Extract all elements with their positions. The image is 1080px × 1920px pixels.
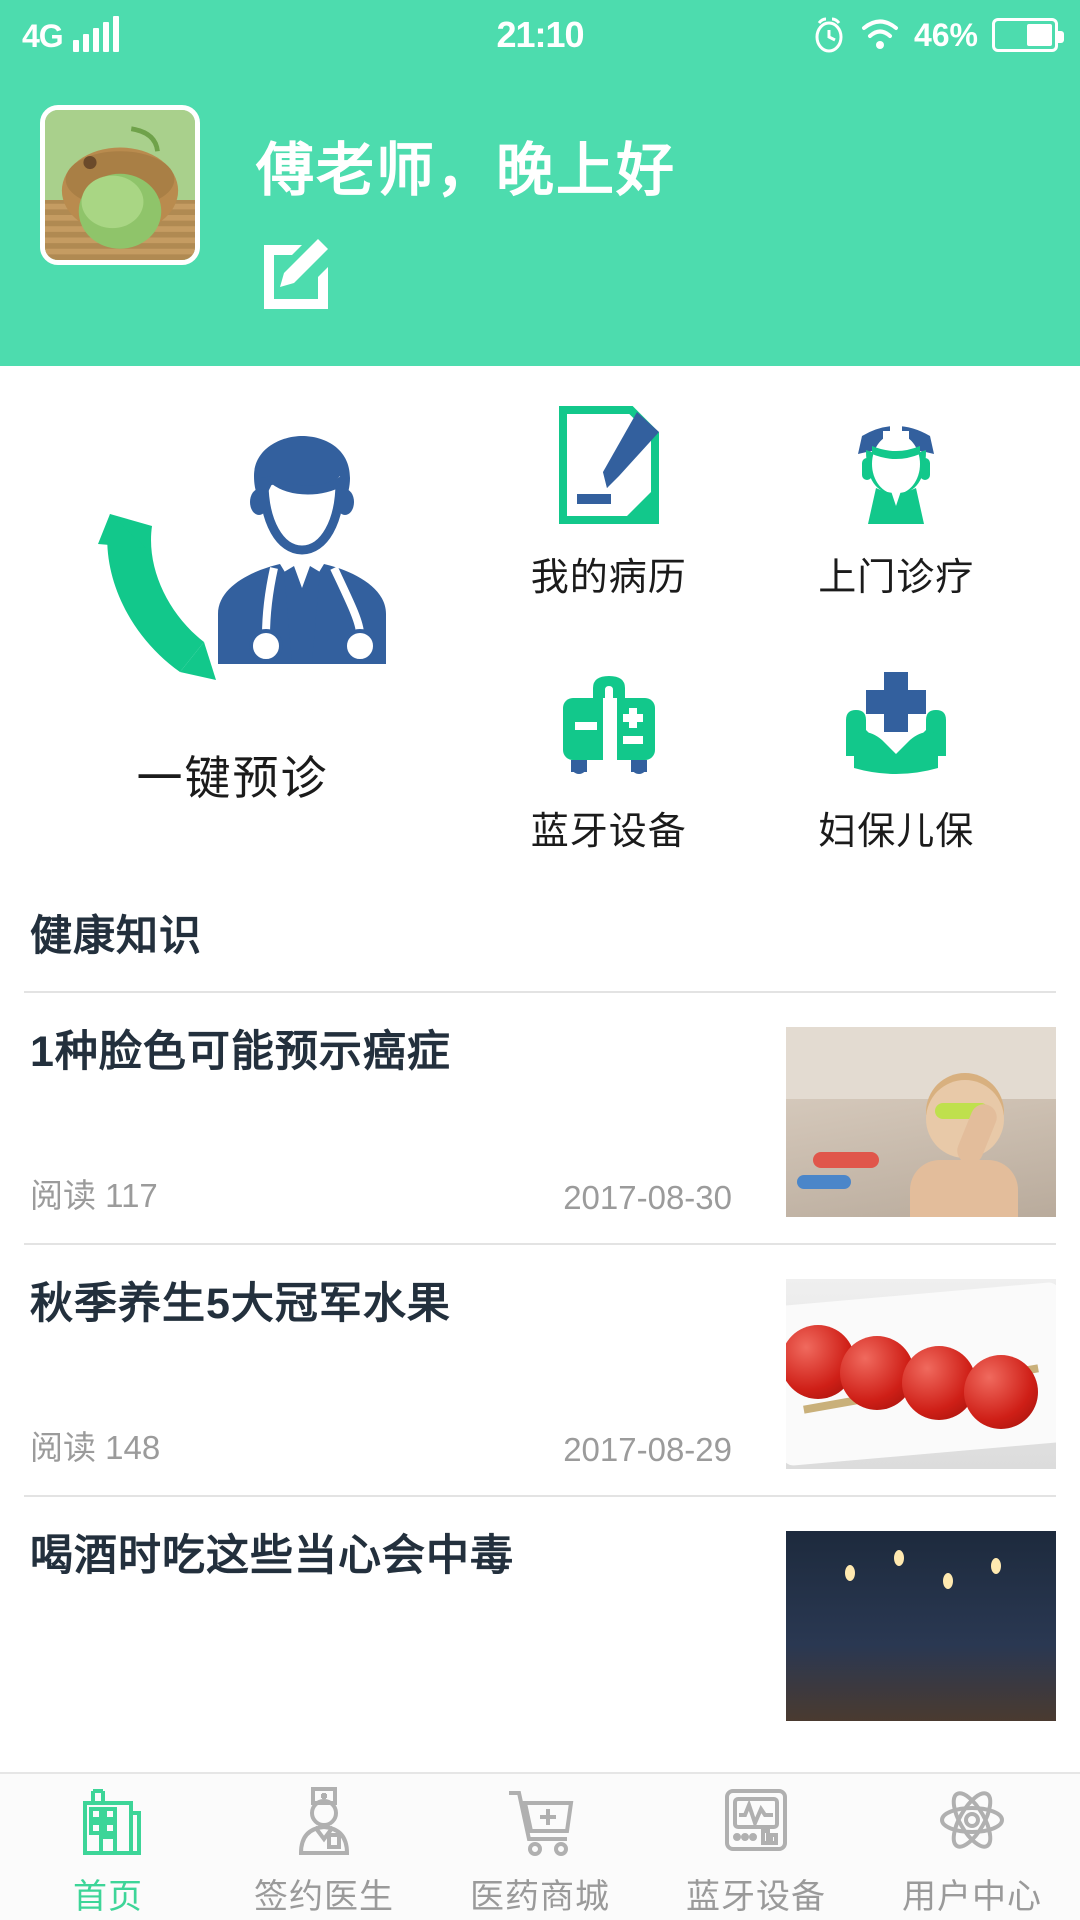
phone-doctor-icon [97,436,386,680]
quick-action-medical-record[interactable]: 我的病历 [465,388,753,642]
quick-actions: 一键预诊 我的病历 上门诊疗 蓝牙设备 妇保儿保 [0,366,1080,896]
article-content: 喝酒时吃这些当心会中毒 [30,1531,766,1721]
quick-action-maternal-child-care[interactable]: 妇保儿保 [753,642,1041,896]
article-title: 秋季养生5大冠军水果 [30,1280,451,1328]
quick-action-primary-label: 一键预诊 [136,752,329,804]
doctor-icon [298,1786,350,1855]
article-title: 1种脸色可能预示癌症 [30,1028,451,1076]
article-read-count: 阅读 117 [30,1177,158,1214]
avatar-image [45,110,195,260]
quick-action-primary[interactable]: 一键预诊 [0,388,465,896]
battery-icon [992,18,1064,52]
edit-pencil-icon[interactable] [256,237,330,311]
atom-icon [940,1790,1004,1849]
article-date: 2017-08-29 [563,1431,732,1468]
article-title: 喝酒时吃这些当心会中毒 [30,1532,514,1580]
avatar[interactable] [40,105,200,265]
nav-item-pharmacy-mall[interactable]: 医药商城 [432,1777,648,1918]
article-content: 1种脸色可能预示癌症 阅读 117 2017-08-30 [30,1027,766,1217]
quick-action-bluetooth-device[interactable]: 蓝牙设备 [465,642,753,896]
nav-item-bluetooth-device[interactable]: 蓝牙设备 [648,1777,864,1918]
article-list-item[interactable]: 秋季养生5大冠军水果 阅读 148 2017-08-29 [0,1245,1080,1495]
article-thumbnail [786,1027,1056,1217]
article-thumbnail [786,1279,1056,1469]
bottom-navigation: 首页 签约医生 医药商城 蓝牙设备 用户中心 [0,1772,1080,1920]
shopping-cart-icon [509,1790,574,1856]
wifi-icon [861,19,898,49]
article-list-item[interactable]: 喝酒时吃这些当心会中毒 [0,1497,1080,1747]
article-meta: 阅读 117 2017-08-30 [30,1109,766,1217]
article-content: 秋季养生5大冠军水果 阅读 148 2017-08-29 [30,1279,766,1469]
article-thumbnail [786,1531,1056,1721]
article-meta: 阅读 148 2017-08-29 [30,1361,766,1469]
nav-label: 蓝牙设备 [686,1877,826,1916]
quick-action-grid: 我的病历 上门诊疗 蓝牙设备 妇保儿保 [465,388,1080,896]
article-list-item[interactable]: 1种脸色可能预示癌症 阅读 117 2017-08-30 [0,993,1080,1243]
nurse-icon [858,424,935,524]
status-right: 46% [812,16,1064,54]
nav-label: 首页 [73,1877,143,1916]
nav-label: 医药商城 [470,1877,610,1916]
nav-label: 签约医生 [254,1877,394,1916]
status-bar: 4G 21:10 46% [0,0,1080,70]
quick-action-label: 蓝牙设备 [530,811,687,853]
alarm-clock-icon [815,17,843,53]
monitor-icon [725,1788,787,1851]
greeting-block: 傅老师，晚上好 [256,105,676,316]
quick-action-label: 上门诊疗 [818,557,975,599]
nav-item-home[interactable]: 首页 [0,1777,216,1918]
hospital-icon [83,1788,141,1855]
profile-header: 傅老师，晚上好 [0,70,1080,366]
battery-percent-label: 46% [913,16,978,53]
quick-action-label: 我的病历 [530,557,687,599]
hands-cross-icon [846,672,947,774]
medical-kit-icon [562,676,655,774]
article-date: 2017-08-30 [563,1179,732,1216]
document-pen-icon [558,406,659,524]
quick-action-home-visit[interactable]: 上门诊疗 [753,388,1041,642]
nav-item-signed-doctor[interactable]: 签约医生 [216,1777,432,1918]
nav-label: 用户中心 [902,1877,1042,1916]
quick-action-label: 妇保儿保 [818,811,975,853]
nav-item-user-center[interactable]: 用户中心 [864,1777,1080,1918]
article-read-count: 阅读 148 [30,1429,161,1466]
greeting-text: 傅老师，晚上好 [256,138,677,203]
section-title-health-knowledge: 健康知识 [30,912,203,959]
